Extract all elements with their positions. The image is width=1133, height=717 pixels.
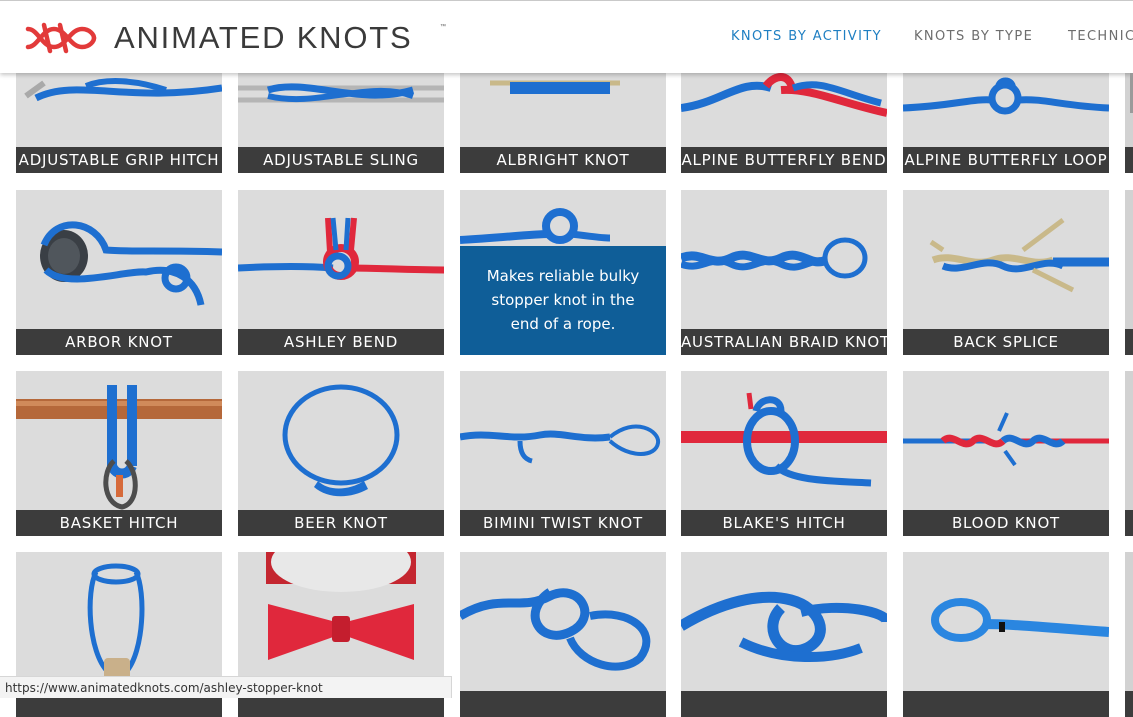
site-header: ANIMATED KNOTS ™ KNOTS BY ACTIVITY KNOTS… (0, 0, 1133, 73)
knot-tile-ashley-stopper-knot[interactable]: Makes reliable bulky stopper knot in the… (460, 190, 666, 355)
knot-tile-blakes-hitch[interactable]: BLAKE'S HITCH (681, 371, 887, 536)
knot-title (903, 691, 1109, 717)
knot-title: ADJUSTABLE GRIP HITCH (16, 147, 222, 173)
knot-title: BLOOD KNOT (903, 510, 1109, 536)
next-tile-edge (1125, 371, 1133, 536)
brand-name: ANIMATED KNOTS (114, 20, 413, 55)
knot-tile-row4-5[interactable] (903, 552, 1109, 717)
status-bar-url: https://www.animatedknots.com/ashley-sto… (0, 676, 452, 698)
knot-title: ALPINE BUTTERFLY BEND (681, 147, 887, 173)
nav-knots-by-activity[interactable]: KNOTS BY ACTIVITY (731, 29, 882, 44)
knot-title: ASHLEY BEND (238, 329, 444, 355)
knot-tile-arbor-knot[interactable]: ARBOR KNOT (16, 190, 222, 355)
trademark-mark: ™ (440, 24, 446, 30)
knot-description-overlay[interactable]: Makes reliable bulky stopper knot in the… (460, 246, 666, 355)
knot-tile-back-splice[interactable]: BACK SPLICE (903, 190, 1109, 355)
knot-logo-icon (25, 22, 97, 54)
knot-tile-australian-braid-knot[interactable]: AUSTRALIAN BRAID KNOT (681, 190, 887, 355)
top-border (0, 0, 1133, 1)
knot-tile-bimini-twist-knot[interactable]: BIMINI TWIST KNOT (460, 371, 666, 536)
knot-title: ALBRIGHT KNOT (460, 147, 666, 173)
knot-title: AUSTRALIAN BRAID KNOT (681, 329, 887, 355)
knot-tile-row4-3[interactable] (460, 552, 666, 717)
knot-tile-row4-4[interactable] (681, 552, 887, 717)
knot-title: BASKET HITCH (16, 510, 222, 536)
knot-tile-ashley-bend[interactable]: ASHLEY BEND (238, 190, 444, 355)
nav-techniques[interactable]: TECHNIC.. (1068, 29, 1133, 44)
knot-title (460, 691, 666, 717)
next-tile-edge (1125, 190, 1133, 355)
knot-title: ALPINE BUTTERFLY LOOP (903, 147, 1109, 173)
knot-title: ADJUSTABLE SLING (238, 147, 444, 173)
knot-tile-basket-hitch[interactable]: BASKET HITCH (16, 371, 222, 536)
next-tile-edge (1125, 552, 1133, 717)
knot-title: BACK SPLICE (903, 329, 1109, 355)
knot-title: BIMINI TWIST KNOT (460, 510, 666, 536)
knot-title (681, 691, 887, 717)
brand-logo[interactable]: ANIMATED KNOTS (24, 20, 412, 56)
knot-tile-beer-knot[interactable]: BEER KNOT (238, 371, 444, 536)
knot-tile-blood-knot[interactable]: BLOOD KNOT (903, 371, 1109, 536)
knot-title: ARBOR KNOT (16, 329, 222, 355)
knot-title: BEER KNOT (238, 510, 444, 536)
nav-knots-by-type[interactable]: KNOTS BY TYPE (914, 29, 1033, 44)
knot-grid: ADJUSTABLE GRIP HITCH ADJUSTABLE SLING A… (0, 0, 1133, 717)
knot-title: BLAKE'S HITCH (681, 510, 887, 536)
